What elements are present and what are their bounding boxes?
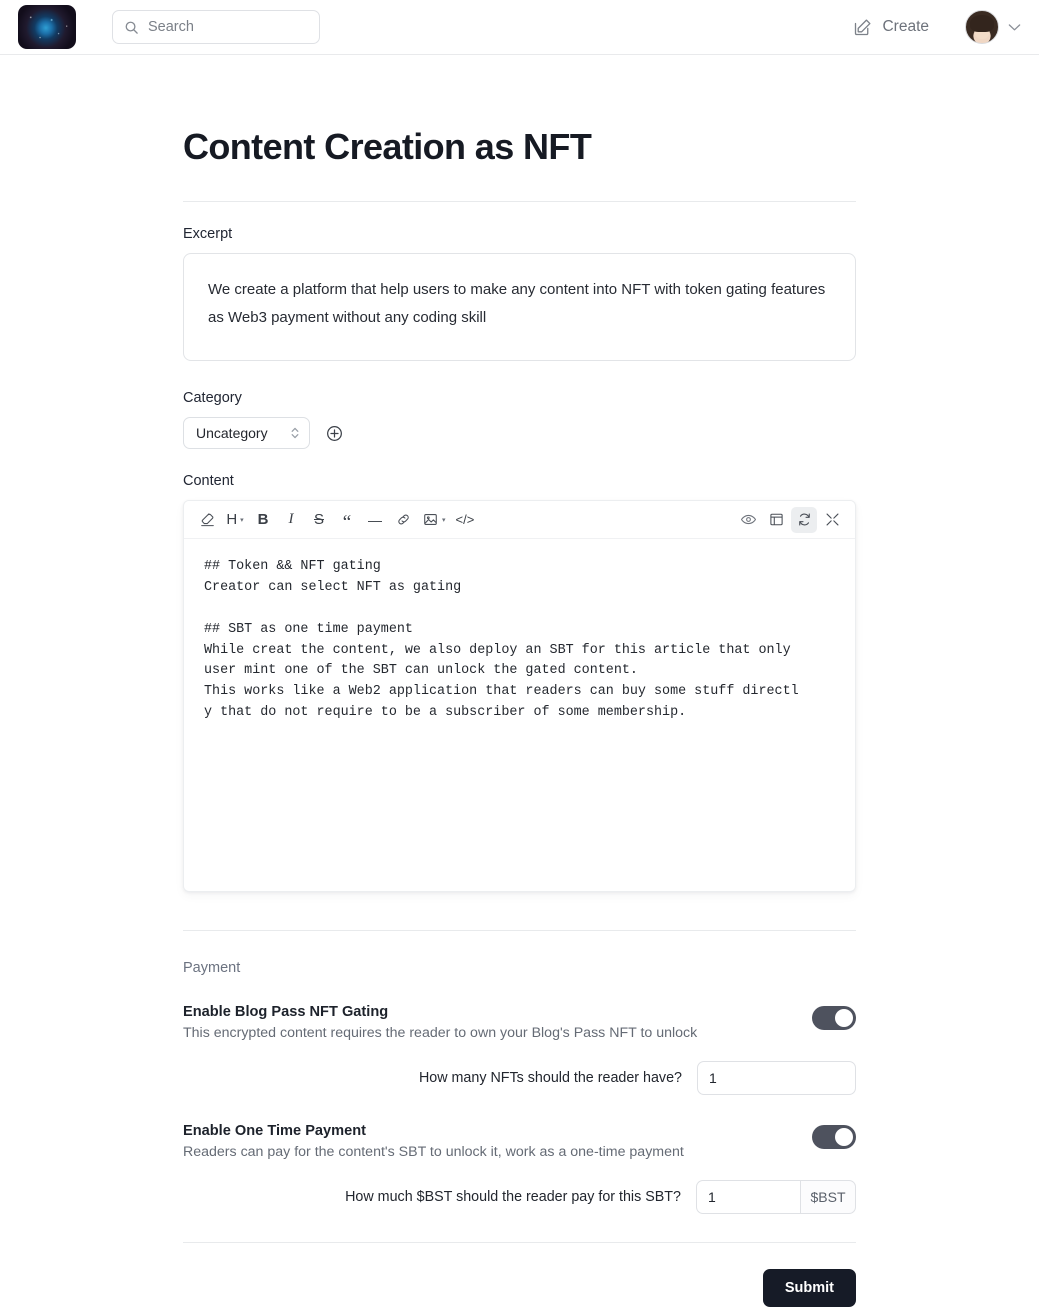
editor-toolbar-right-group: [735, 506, 845, 533]
chevron-down-icon: ▾: [240, 516, 244, 524]
category-label: Category: [183, 390, 242, 407]
chevron-down-icon[interactable]: [1008, 23, 1021, 32]
search-box[interactable]: Search: [112, 10, 320, 44]
bst-price-input-group: $BST: [696, 1180, 856, 1215]
editor-toolbar-left-group: H ▾ B I S “ — ▾ </>: [194, 507, 478, 533]
avatar[interactable]: [965, 10, 999, 44]
clear-format-icon[interactable]: [194, 507, 220, 533]
toggle-knob: [835, 1128, 853, 1147]
strikethrough-icon[interactable]: S: [306, 507, 332, 533]
toggle-one-time-payment[interactable]: [812, 1125, 856, 1150]
heading-letter: H: [226, 511, 238, 529]
bst-price-row: How much $BST should the reader pay for …: [183, 1180, 856, 1215]
chevron-down-icon: ▾: [442, 516, 446, 524]
category-select-wrap[interactable]: Uncategory: [183, 417, 310, 450]
content-label: Content: [183, 473, 234, 490]
nft-count-input[interactable]: [697, 1061, 856, 1096]
plus-circle-icon: [325, 424, 344, 443]
payment-block-title: Enable One Time Payment: [183, 1123, 367, 1140]
payment-block-title: Enable Blog Pass NFT Gating: [183, 1004, 389, 1021]
editor-toolbar: H ▾ B I S “ — ▾ </>: [184, 501, 855, 540]
excerpt-input[interactable]: [183, 253, 856, 362]
create-button-label: Create: [882, 18, 929, 35]
divider-above-submit: [183, 1242, 856, 1244]
blockquote-icon[interactable]: “: [334, 507, 360, 533]
payment-section-label: Payment: [183, 960, 241, 977]
excerpt-label: Excerpt: [183, 226, 233, 243]
top-navigation-bar: Search Create: [0, 0, 1039, 55]
category-row: Uncategory: [183, 417, 856, 450]
markdown-editor: H ▾ B I S “ — ▾ </> ## Token && NFT gati…: [183, 500, 856, 893]
nft-count-question: How many NFTs should the reader have?: [418, 1070, 682, 1087]
toggle-blog-pass-nft-gating[interactable]: [812, 1006, 856, 1031]
link-icon[interactable]: [390, 507, 416, 533]
create-button[interactable]: Create: [846, 13, 935, 42]
search-icon: [124, 20, 139, 35]
divider-above-payment: [183, 930, 856, 932]
horizontal-rule-icon[interactable]: —: [362, 507, 388, 533]
nft-count-row: How many NFTs should the reader have?: [183, 1061, 856, 1096]
submit-row: Submit: [183, 1269, 856, 1308]
payment-block-description: This encrypted content requires the read…: [183, 1025, 698, 1042]
image-icon[interactable]: ▾: [418, 507, 450, 533]
divider-under-title: [183, 201, 856, 203]
payment-block-description: Readers can pay for the content's SBT to…: [183, 1144, 684, 1161]
code-icon[interactable]: </>: [452, 507, 479, 533]
italic-icon[interactable]: I: [278, 507, 304, 533]
sync-refresh-icon[interactable]: [791, 506, 817, 533]
add-category-button[interactable]: [324, 423, 344, 443]
bst-currency-addon: $BST: [800, 1180, 856, 1215]
app-logo[interactable]: [18, 5, 76, 49]
submit-button[interactable]: Submit: [762, 1269, 856, 1308]
payment-block-nft-gating: Enable Blog Pass NFT Gating This encrypt…: [183, 1004, 856, 1096]
toggle-knob: [835, 1009, 853, 1028]
bst-price-question: How much $BST should the reader pay for …: [345, 1189, 681, 1206]
account-menu[interactable]: [965, 10, 1021, 44]
pencil-square-icon: [852, 17, 873, 38]
heading-icon[interactable]: H ▾: [222, 507, 248, 533]
split-view-icon[interactable]: [763, 507, 789, 533]
bold-icon[interactable]: B: [250, 507, 276, 533]
preview-eye-icon[interactable]: [735, 507, 761, 533]
fullscreen-icon[interactable]: [819, 507, 845, 533]
search-input-placeholder[interactable]: Search: [148, 19, 194, 35]
markdown-text-area[interactable]: ## Token && NFT gating Creator can selec…: [184, 539, 855, 891]
editor-page: Content Creation as NFT Excerpt Category…: [0, 55, 1039, 1308]
category-select[interactable]: Uncategory: [183, 417, 310, 450]
page-title: Content Creation as NFT: [183, 126, 592, 167]
bst-price-input[interactable]: [696, 1180, 800, 1215]
payment-block-one-time-payment: Enable One Time Payment Readers can pay …: [183, 1123, 856, 1215]
